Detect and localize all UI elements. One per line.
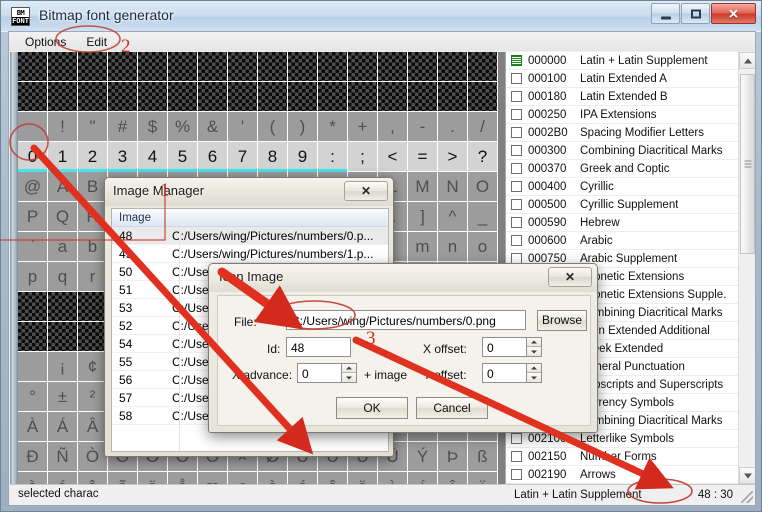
edit-menu-ellipse (55, 25, 121, 53)
marker-1-line (0, 185, 166, 241)
app-root: BM FONT Bitmap font generator ✕ Options E… (0, 0, 762, 512)
annotation-marker-2: 2 (121, 36, 131, 57)
annotation-marker-1: 1 (160, 180, 170, 201)
arrow-to-id-field (217, 267, 304, 330)
arrow-id-to-coords (352, 336, 674, 490)
coords-ellipse (627, 478, 693, 504)
annotation-marker-3: 3 (366, 328, 376, 349)
annotation-overlay (0, 25, 693, 504)
